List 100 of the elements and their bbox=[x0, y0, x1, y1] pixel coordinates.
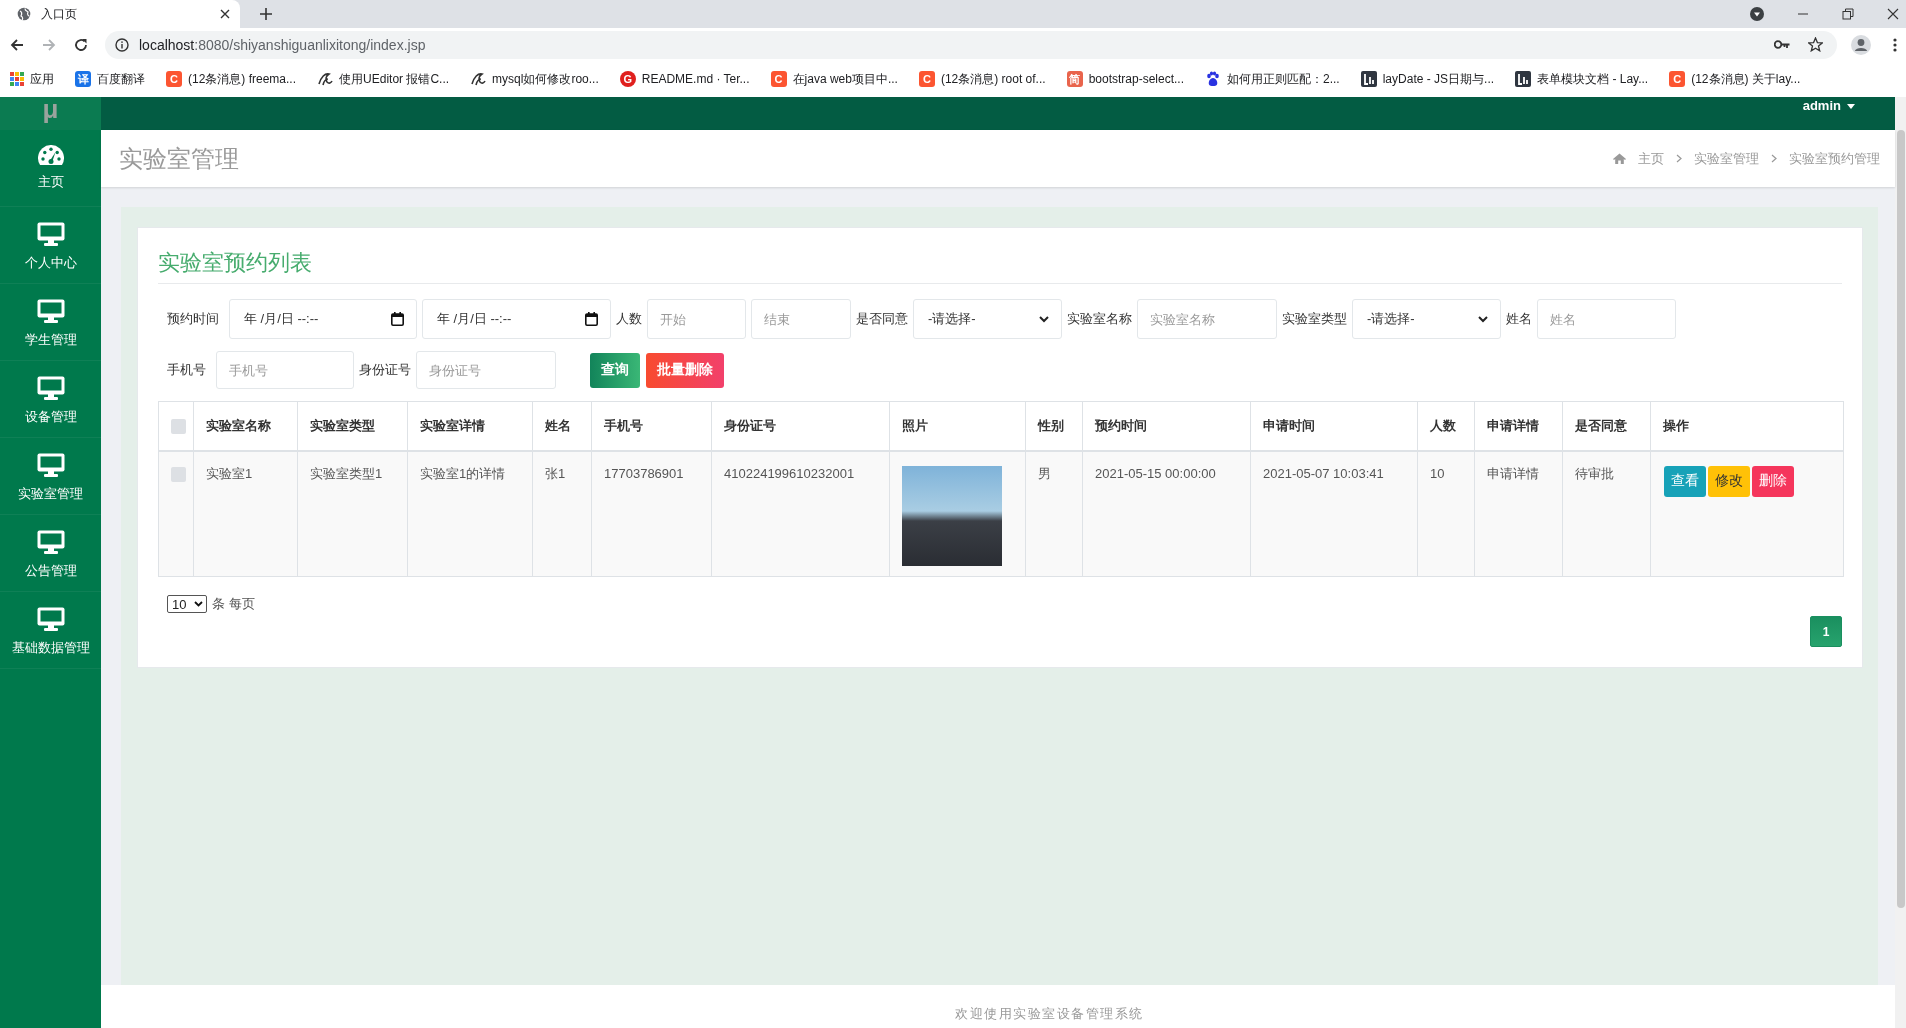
bookmark-link[interactable]: 表单模块文档 - Lay... bbox=[1515, 70, 1649, 88]
table-cell: 实验室1 bbox=[193, 450, 298, 577]
select-field[interactable]: -请选择- bbox=[1352, 299, 1501, 339]
search-button[interactable]: 查询 bbox=[590, 352, 640, 388]
sidebar-item[interactable]: 公告管理 bbox=[0, 515, 101, 592]
table-cell: 实验室1的详情 bbox=[407, 450, 533, 577]
new-tab-plus-icon[interactable] bbox=[260, 8, 272, 20]
batch-delete-button[interactable]: 批量删除 bbox=[646, 352, 724, 388]
back-arrow-icon[interactable] bbox=[10, 37, 24, 52]
sidebar-item[interactable]: 设备管理 bbox=[0, 361, 101, 438]
column-header: 姓名 bbox=[532, 401, 592, 451]
chevron-right-icon bbox=[1771, 154, 1777, 163]
column-header: 人数 bbox=[1417, 401, 1475, 451]
favicon-icon: 译 bbox=[75, 71, 91, 87]
table-cell: 2021-05-07 10:03:41 bbox=[1250, 450, 1418, 577]
column-header: 预约时间 bbox=[1082, 401, 1251, 451]
page-size-select[interactable]: 10 bbox=[167, 595, 207, 613]
page-size-label: 条 每页 bbox=[212, 595, 255, 613]
checkbox[interactable] bbox=[171, 466, 186, 482]
chevron-down-icon bbox=[1478, 315, 1488, 323]
table-cell: 17703786901 bbox=[591, 450, 712, 577]
bookmark-link[interactable]: C 在java web项目中... bbox=[770, 70, 898, 88]
apps-grid-icon bbox=[10, 72, 24, 86]
select-field[interactable]: -请选择- bbox=[913, 299, 1062, 339]
table-cell: 410224199610232001 bbox=[711, 450, 890, 577]
sidebar-item[interactable]: 主页 bbox=[0, 130, 101, 207]
bookmark-link[interactable]: 使用UEditor 报错C... bbox=[317, 70, 450, 88]
sidebar-item[interactable]: 个人中心 bbox=[0, 207, 101, 284]
monitor-icon bbox=[36, 530, 65, 554]
input-field[interactable]: 手机号 bbox=[216, 351, 354, 389]
sidebar-item[interactable]: 基础数据管理 bbox=[0, 592, 101, 669]
circle-caret-icon[interactable] bbox=[1750, 7, 1764, 21]
table-cell: 待审批 bbox=[1562, 450, 1651, 577]
favicon-icon: C bbox=[770, 71, 787, 87]
input-field[interactable]: 身份证号 bbox=[416, 351, 556, 389]
reload-icon[interactable] bbox=[74, 37, 88, 52]
bookmark-link[interactable]: C (12条消息) root of... bbox=[918, 70, 1046, 88]
favicon-icon: G bbox=[619, 71, 636, 87]
filter-label: 是否同意 bbox=[856, 310, 908, 328]
bookmark-link[interactable]: 如何用正则匹配：2... bbox=[1205, 70, 1340, 88]
monitor-icon bbox=[36, 376, 65, 400]
table-cell: 张1 bbox=[532, 450, 592, 577]
bookmark-link[interactable]: layDate - JS日期与... bbox=[1360, 70, 1495, 88]
page-button[interactable]: 1 bbox=[1810, 616, 1842, 647]
bookmark-link[interactable]: mysql如何修改roo... bbox=[470, 70, 599, 88]
filter-label: 手机号 bbox=[167, 361, 206, 379]
filter-label: 姓名 bbox=[1506, 310, 1532, 328]
key-icon[interactable] bbox=[1774, 40, 1790, 49]
sidebar-item[interactable]: 学生管理 bbox=[0, 284, 101, 361]
filter-label: 身份证号 bbox=[359, 361, 411, 379]
logo: μ bbox=[0, 97, 101, 130]
caret-icon bbox=[1847, 103, 1855, 109]
filter-label: 人数 bbox=[616, 310, 642, 328]
favicon-icon: C bbox=[918, 71, 935, 87]
table-cell: 男 bbox=[1025, 450, 1083, 577]
table-cell: 10 bbox=[1417, 450, 1475, 577]
paw-print-icon bbox=[1205, 71, 1221, 87]
close-icon[interactable] bbox=[1887, 8, 1899, 20]
profile-avatar-icon[interactable] bbox=[1851, 34, 1871, 55]
input-field[interactable]: 结束 bbox=[751, 299, 851, 339]
monitor-icon bbox=[36, 299, 65, 323]
date-field[interactable]: 年 /月/日 --:-- bbox=[229, 299, 417, 339]
dashboard-gauge-icon bbox=[37, 145, 64, 165]
column-header: 身份证号 bbox=[711, 401, 890, 451]
checkbox[interactable] bbox=[171, 418, 186, 434]
delete-button[interactable]: 删除 bbox=[1752, 465, 1794, 497]
bookmark-link[interactable]: G README.md · Ter... bbox=[619, 71, 750, 87]
user-menu[interactable]: admin bbox=[1802, 98, 1855, 114]
swirl-logo-icon bbox=[317, 71, 334, 87]
footer-text: 欢迎使用实验室设备管理系统 bbox=[955, 1005, 1144, 1023]
filter-label: 实验室名称 bbox=[1067, 310, 1132, 328]
column-header: 照片 bbox=[889, 401, 1026, 451]
restore-icon[interactable] bbox=[1842, 8, 1854, 20]
calendar-icon bbox=[585, 312, 598, 326]
close-icon[interactable] bbox=[220, 9, 230, 19]
input-field[interactable]: 开始 bbox=[647, 299, 746, 339]
bookmark-link[interactable]: 简 bootstrap-select... bbox=[1066, 71, 1184, 87]
table-cell: 申请详情 bbox=[1474, 450, 1563, 577]
column-header: 操作 bbox=[1650, 401, 1844, 451]
column-header: 实验室名称 bbox=[193, 401, 298, 451]
input-field[interactable]: 姓名 bbox=[1537, 299, 1676, 339]
star-icon[interactable] bbox=[1808, 37, 1823, 52]
address-bar[interactable]: localhost:8080/shiyanshiguanlixitong/index.jsp bbox=[105, 30, 1837, 59]
input-field[interactable]: 实验室名称 bbox=[1137, 299, 1277, 339]
bookmark-link[interactable]: 译 百度翻译 bbox=[75, 70, 145, 88]
swirl-logo-icon bbox=[470, 71, 487, 87]
table-cell: 实验室类型1 bbox=[297, 450, 408, 577]
browser-tab[interactable]: 入口页 bbox=[0, 0, 240, 28]
page-title: 实验室管理 bbox=[119, 143, 239, 174]
date-field[interactable]: 年 /月/日 --:-- bbox=[422, 299, 611, 339]
sidebar-item[interactable]: 实验室管理 bbox=[0, 438, 101, 515]
monitor-icon bbox=[36, 607, 65, 631]
table-cell: 2021-05-15 00:00:00 bbox=[1082, 450, 1251, 577]
edit-button[interactable]: 修改 bbox=[1708, 465, 1750, 497]
logo-tile-icon bbox=[1515, 71, 1532, 87]
chevron-down-icon bbox=[194, 601, 203, 607]
bookmark-link[interactable]: C (12条消息) 关于lay... bbox=[1669, 70, 1801, 88]
bookmark-link[interactable]: C (12条消息) freema... bbox=[166, 70, 297, 88]
more-menu-icon[interactable] bbox=[1893, 37, 1897, 52]
bookmark-link[interactable]: 应用 bbox=[10, 70, 54, 88]
